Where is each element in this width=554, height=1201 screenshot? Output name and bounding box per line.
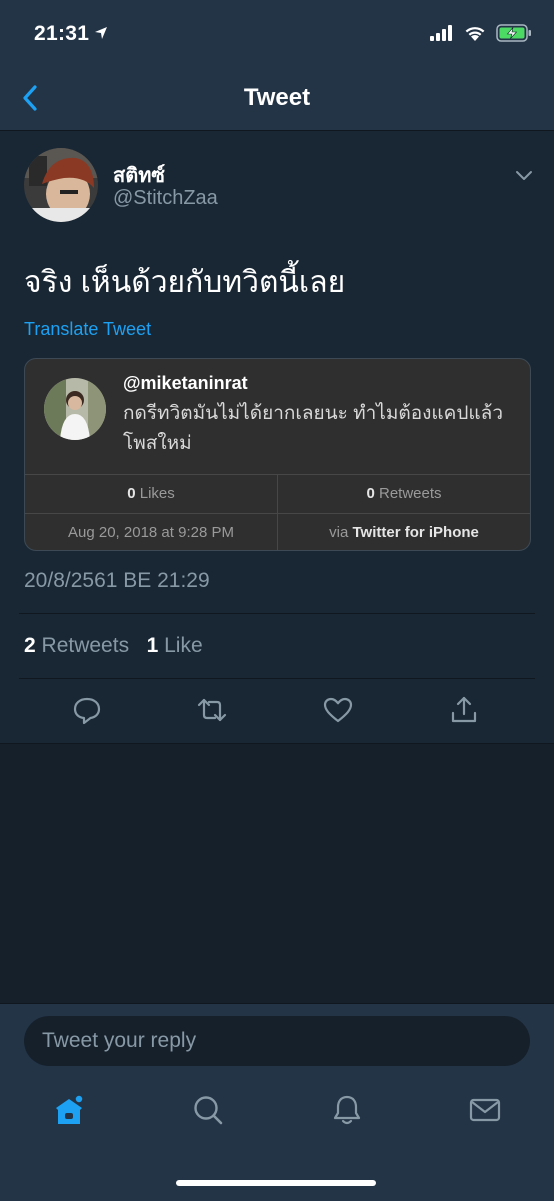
messages-icon[interactable] xyxy=(468,1093,502,1127)
via-client: Twitter for iPhone xyxy=(352,524,479,541)
status-bar: 21:31 xyxy=(0,0,554,66)
location-arrow-icon xyxy=(95,27,107,39)
search-icon[interactable] xyxy=(191,1093,225,1127)
retweet-count: 2 xyxy=(24,634,36,657)
like-count: 1 xyxy=(146,634,159,657)
quoted-text: กดรีทวิตมันไม่ได้ยากเลยนะ ทำไมต้องแคปแล้… xyxy=(123,403,503,454)
quoted-avatar[interactable] xyxy=(44,378,106,440)
cellular-signal-icon xyxy=(430,25,452,41)
user-handle[interactable]: @StitchZaa xyxy=(113,187,218,210)
quoted-likes-count: 0 xyxy=(127,485,136,502)
like-label: Like xyxy=(164,634,203,657)
quoted-handle: @miketaninrat xyxy=(123,373,248,393)
reply-icon[interactable] xyxy=(71,694,103,726)
page-title: Tweet xyxy=(243,84,311,111)
divider xyxy=(19,678,535,679)
like-icon[interactable] xyxy=(322,694,354,726)
tweet-timestamp: 20/8/2561 BE 21:29 xyxy=(24,569,210,592)
quoted-likes: 0 Likes xyxy=(25,485,277,502)
status-icons xyxy=(430,24,532,42)
retweet-icon[interactable] xyxy=(196,694,228,726)
via-prefix: via xyxy=(329,524,349,541)
quoted-date: Aug 20, 2018 at 9:28 PM xyxy=(68,524,234,541)
quoted-retweets-label: Retweets xyxy=(378,485,442,502)
retweet-label: Retweets xyxy=(41,634,130,657)
quoted-tweet-card[interactable]: @miketaninrat กดรีทวิตมันไม่ได้ยากเลยนะ … xyxy=(24,358,531,551)
tweet-detail: สติทซ์ @StitchZaa จริง เห็นด้วยกับทวิตนี… xyxy=(0,131,554,744)
quoted-retweets-count: 0 xyxy=(366,485,375,502)
retweets-stat[interactable]: 2 Retweets xyxy=(24,634,129,657)
navigation-bar: Tweet xyxy=(0,66,554,131)
quoted-via: via Twitter for iPhone xyxy=(278,524,530,541)
translate-tweet-link[interactable]: Translate Tweet xyxy=(24,319,151,340)
quoted-likes-label: Likes xyxy=(139,485,175,502)
reply-input[interactable] xyxy=(24,1016,530,1066)
avatar[interactable] xyxy=(24,148,98,222)
notifications-icon[interactable] xyxy=(330,1093,364,1127)
home-icon[interactable] xyxy=(52,1093,86,1127)
wifi-icon xyxy=(465,27,485,41)
status-time: 21:31 xyxy=(34,22,90,45)
chevron-down-icon[interactable] xyxy=(514,168,534,182)
tweet-stats: 2 Retweets 1 Like xyxy=(24,634,203,658)
tweet-text: จริง เห็นด้วยกับทวิตนี้เลย xyxy=(24,266,346,299)
likes-stat[interactable]: 1 Like xyxy=(147,634,203,657)
divider xyxy=(19,613,535,614)
share-icon[interactable] xyxy=(448,694,480,726)
home-indicator[interactable] xyxy=(176,1180,376,1186)
quoted-retweets: 0 Retweets xyxy=(278,485,530,502)
battery-charging-icon xyxy=(496,24,531,42)
